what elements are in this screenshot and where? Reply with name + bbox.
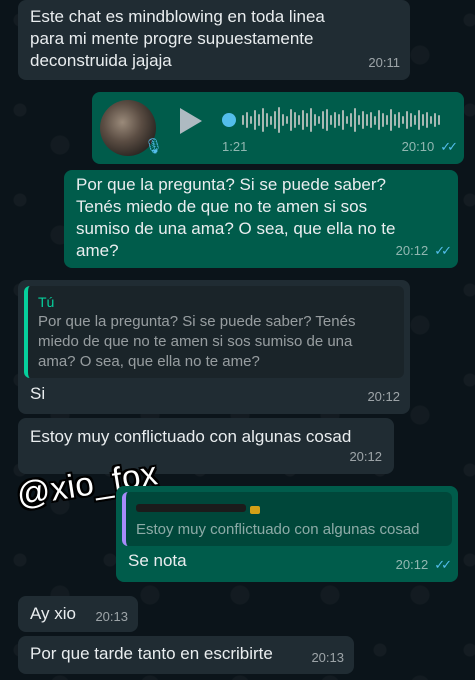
waveform-bar <box>430 116 432 124</box>
waveform-bar <box>382 113 384 127</box>
play-icon[interactable] <box>180 108 202 134</box>
double-check-icon: ✓✓ <box>440 139 458 154</box>
waveform-bar <box>366 114 368 126</box>
waveform-bar <box>290 109 292 131</box>
waveform-bar <box>326 109 328 131</box>
waveform-bar <box>354 108 356 132</box>
waveform-bar <box>322 111 324 129</box>
waveform-bar <box>394 114 396 126</box>
waveform-bar <box>346 116 348 124</box>
message-outgoing-reply[interactable]: Estoy muy conflictuado con algunas cosad… <box>116 486 458 582</box>
double-check-icon: ✓✓ <box>434 557 452 572</box>
message-incoming[interactable]: Ay xio 20:13 <box>18 596 138 632</box>
waveform-bar <box>278 107 280 133</box>
emoji-icon <box>250 506 260 514</box>
mic-icon: 🎙 <box>144 138 164 155</box>
message-text: Este chat es mindblowing en toda linea p… <box>30 7 325 70</box>
waveform-bar <box>250 116 252 124</box>
waveform-bar <box>350 113 352 127</box>
waveform-bar <box>362 111 364 129</box>
waveform-bar <box>302 110 304 130</box>
message-incoming-reply[interactable]: Tú Por que la pregunta? Si se puede sabe… <box>18 280 410 414</box>
waveform-bar <box>338 114 340 126</box>
waveform-bar <box>330 115 332 125</box>
waveform-bar <box>334 112 336 128</box>
message-text: Estoy muy conflictuado con algunas cosad <box>30 427 352 446</box>
waveform-bar <box>386 115 388 125</box>
waveform-bar <box>414 115 416 125</box>
waveform-bar <box>318 116 320 124</box>
waveform-bar <box>282 114 284 126</box>
waveform-bar <box>358 115 360 125</box>
double-check-icon: ✓✓ <box>434 243 452 258</box>
waveform-bar <box>406 111 408 129</box>
waveform-bar <box>342 110 344 130</box>
waveform-bar <box>410 113 412 127</box>
waveform-bar <box>422 114 424 126</box>
waveform-bar <box>258 114 260 126</box>
waveform-bar <box>286 116 288 124</box>
message-time: 20:12 ✓✓ <box>396 554 452 576</box>
quote-text: Estoy muy conflictuado con algunas cosad <box>136 521 420 538</box>
reply-quote[interactable]: Estoy muy conflictuado con algunas cosad <box>122 492 452 546</box>
message-time: 20:11 <box>368 55 400 70</box>
waveform-bar <box>298 115 300 125</box>
quote-author: Tú <box>38 294 55 310</box>
waveform-bar <box>266 113 268 127</box>
quote-text: Por que la pregunta? Si se puede saber? … <box>38 313 356 370</box>
waveform-bar <box>398 112 400 128</box>
waveform-bar <box>310 108 312 132</box>
voice-message[interactable]: 🎙 1:21 20:10 ✓✓ <box>92 92 464 164</box>
message-text: Por que tarde tanto en escribirte <box>30 644 273 663</box>
waveform-bar <box>390 109 392 131</box>
waveform-bar <box>426 112 428 128</box>
message-time: 20:12 ✓✓ <box>396 240 452 262</box>
waveform-bar <box>242 115 244 125</box>
message-text: Si <box>30 384 46 403</box>
waveform-bar <box>306 113 308 127</box>
waveform-bar <box>370 112 372 128</box>
message-incoming[interactable]: Por que tarde tanto en escribirte 20:13 <box>18 636 354 674</box>
message-time: 20:12 <box>367 389 400 404</box>
voice-duration: 1:21 <box>222 139 248 154</box>
waveform-bar <box>314 114 316 126</box>
waveform-bar <box>418 110 420 130</box>
message-time: 20:10 ✓✓ <box>402 136 458 158</box>
waveform-bar <box>378 110 380 130</box>
redacted-author <box>136 504 246 512</box>
message-time: 20:13 <box>95 609 128 624</box>
message-incoming[interactable]: Este chat es mindblowing en toda linea p… <box>18 0 410 80</box>
waveform-bar <box>294 112 296 128</box>
message-time: 20:13 <box>311 650 344 665</box>
waveform-bar <box>254 110 256 130</box>
voice-waveform[interactable] <box>222 106 450 134</box>
message-time: 20:12 <box>349 449 382 464</box>
waveform-bar <box>270 115 272 125</box>
waveform-bar <box>262 108 264 132</box>
waveform-bar <box>434 113 436 127</box>
message-outgoing[interactable]: Por que la pregunta? Si se puede saber? … <box>64 170 458 268</box>
waveform-bar <box>274 111 276 129</box>
waveform-bar <box>438 115 440 125</box>
waveform-bar <box>374 115 376 125</box>
reply-quote[interactable]: Tú Por que la pregunta? Si se puede sabe… <box>24 286 404 378</box>
waveform-bar <box>402 116 404 124</box>
waveform-bar <box>246 112 248 128</box>
message-incoming[interactable]: Estoy muy conflictuado con algunas cosad… <box>18 418 394 474</box>
playback-position-dot[interactable] <box>222 113 236 127</box>
